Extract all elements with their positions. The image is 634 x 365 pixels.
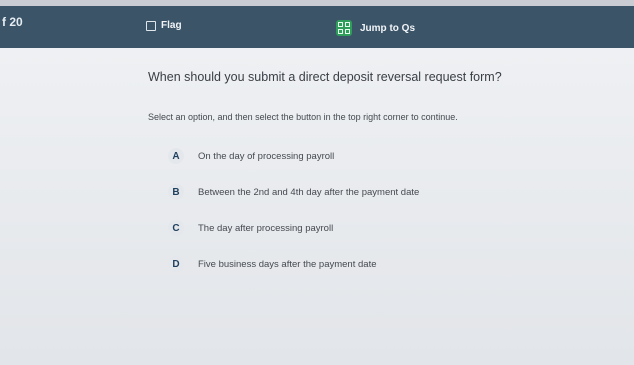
- question-counter: f 20: [2, 15, 23, 29]
- flag-checkbox-icon[interactable]: [146, 20, 156, 31]
- option-letter: B: [168, 184, 184, 200]
- flag-button[interactable]: Flag: [146, 20, 182, 31]
- option-b[interactable]: B Between the 2nd and 4th day after the …: [168, 184, 419, 200]
- question-panel: When should you submit a direct deposit …: [0, 48, 634, 365]
- flag-label: Flag: [161, 20, 182, 31]
- option-letter: D: [168, 256, 184, 272]
- question-text: When should you submit a direct deposit …: [148, 70, 502, 84]
- option-a[interactable]: A On the day of processing payroll: [168, 148, 334, 164]
- option-letter: A: [168, 148, 184, 164]
- option-text: On the day of processing payroll: [198, 150, 335, 162]
- jump-to-questions-button[interactable]: Jump to Qs: [336, 20, 415, 36]
- grid-icon: [336, 20, 352, 36]
- instruction-text: Select an option, and then select the bu…: [148, 112, 458, 122]
- option-text: Five business days after the payment dat…: [198, 258, 377, 270]
- option-c[interactable]: C The day after processing payroll: [168, 220, 333, 236]
- jump-label: Jump to Qs: [360, 22, 416, 34]
- option-d[interactable]: D Five business days after the payment d…: [168, 256, 377, 272]
- quiz-toolbar: f 20 Flag Jump to Qs: [0, 6, 634, 48]
- option-text: Between the 2nd and 4th day after the pa…: [198, 186, 420, 198]
- option-letter: C: [168, 220, 184, 236]
- option-text: The day after processing payroll: [198, 222, 334, 234]
